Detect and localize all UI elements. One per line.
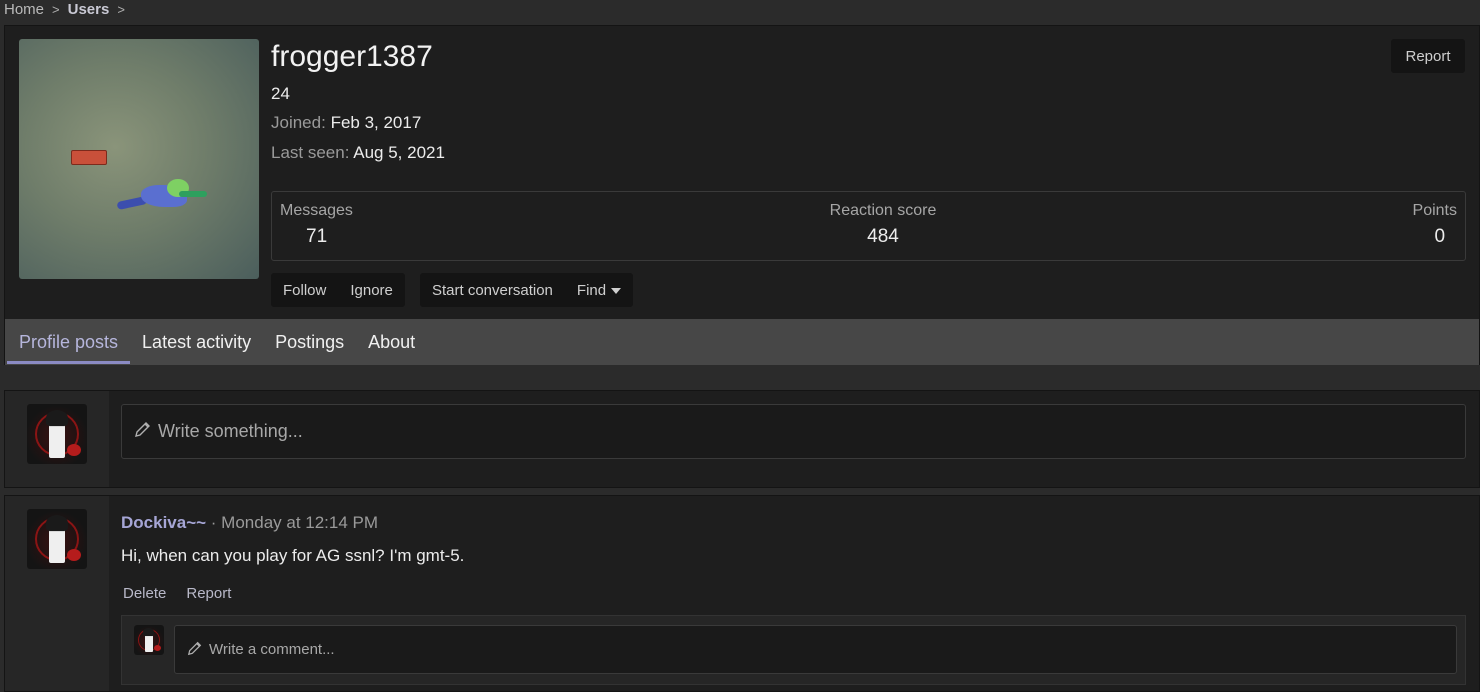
message-actions: Delete Report xyxy=(121,585,231,602)
last-seen-label: Last seen: xyxy=(271,143,350,162)
report-message-button[interactable]: Report xyxy=(186,585,231,602)
write-something-placeholder: Write something... xyxy=(158,421,303,441)
profile-username: frogger1387 xyxy=(271,40,433,73)
avatar[interactable] xyxy=(134,625,164,655)
message-body: Hi, when can you play for AG ssnl? I'm g… xyxy=(121,546,465,565)
avatar-hair xyxy=(143,628,154,636)
tab-about[interactable]: About xyxy=(356,319,427,365)
find-dropdown[interactable]: Find xyxy=(565,282,633,299)
tab-latest-activity[interactable]: Latest activity xyxy=(130,319,263,365)
profile-avatar[interactable] xyxy=(19,39,259,279)
avatar-hair xyxy=(46,410,68,426)
stat-reaction-label: Reaction score xyxy=(829,202,937,219)
joined-label: Joined: xyxy=(271,113,326,132)
message-author[interactable]: Dockiva~~ xyxy=(121,513,206,532)
avatar[interactable] xyxy=(27,404,87,464)
start-conversation-button[interactable]: Start conversation xyxy=(420,282,565,299)
stat-points[interactable]: Points 0 xyxy=(1413,202,1457,248)
avatar-hair xyxy=(46,515,68,531)
avatar-accent xyxy=(154,645,161,651)
chevron-right-icon: > xyxy=(117,1,125,17)
avatar-accent xyxy=(67,549,81,561)
caret-down-icon xyxy=(611,287,622,294)
breadcrumb-home[interactable]: Home xyxy=(4,1,44,18)
chevron-right-icon: > xyxy=(52,1,60,17)
joined-value: Feb 3, 2017 xyxy=(330,113,422,132)
tab-profile-posts[interactable]: Profile posts xyxy=(7,319,131,365)
last-seen-row: Last seen: Aug 5, 2021 xyxy=(271,143,445,163)
ignore-button[interactable]: Ignore xyxy=(338,282,405,299)
write-comment-input[interactable]: Write a comment... xyxy=(174,625,1457,674)
find-label: Find xyxy=(576,281,607,299)
message-time[interactable]: Monday at 12:14 PM xyxy=(221,513,378,532)
profile-tabs: Profile posts Latest activity Postings A… xyxy=(5,319,1479,365)
tab-postings[interactable]: Postings xyxy=(263,319,356,365)
write-something-input[interactable]: Write something... xyxy=(121,404,1466,459)
frog-arm-shape xyxy=(179,191,207,197)
stat-messages-label: Messages xyxy=(280,202,353,219)
delete-button[interactable]: Delete xyxy=(123,585,166,602)
user-title: 24 xyxy=(271,84,290,103)
avatar[interactable] xyxy=(27,509,87,569)
avatar-accent xyxy=(67,444,81,456)
comment-area: Write a comment... xyxy=(121,615,1466,685)
message-separator: · xyxy=(206,513,222,532)
follow-button[interactable]: Follow xyxy=(271,282,338,299)
compose-profile-post: Write something... xyxy=(4,390,1480,488)
profile-card: frogger1387 24 Joined: Feb 3, 2017 Last … xyxy=(4,25,1480,365)
breadcrumb-users[interactable]: Users xyxy=(68,1,110,18)
stat-reaction-score[interactable]: Reaction score 484 xyxy=(828,202,938,248)
write-comment-placeholder: Write a comment... xyxy=(209,641,335,658)
stats-box: Messages 71 Reaction score 484 Points 0 xyxy=(271,191,1466,261)
pencil-icon xyxy=(187,640,203,660)
profile-post-message: Dockiva~~ · Monday at 12:14 PM Hi, when … xyxy=(4,495,1480,692)
follow-ignore-group: Follow Ignore xyxy=(271,273,405,307)
breadcrumb: Home > Users > xyxy=(0,0,1480,18)
brick-shape xyxy=(71,150,107,165)
pencil-icon xyxy=(134,420,152,443)
last-seen-value: Aug 5, 2021 xyxy=(353,143,445,162)
stat-points-label: Points xyxy=(1412,202,1457,219)
joined-row: Joined: Feb 3, 2017 xyxy=(271,113,421,133)
stat-messages-value: 71 xyxy=(306,226,328,247)
stat-reaction-value: 484 xyxy=(867,226,899,247)
stat-points-value: 0 xyxy=(1434,226,1446,247)
message-header: Dockiva~~ · Monday at 12:14 PM xyxy=(121,513,378,533)
report-profile-button[interactable]: Report xyxy=(1391,39,1465,73)
conversation-find-group: Start conversation Find xyxy=(420,273,634,307)
stat-messages[interactable]: Messages 71 xyxy=(280,202,353,248)
